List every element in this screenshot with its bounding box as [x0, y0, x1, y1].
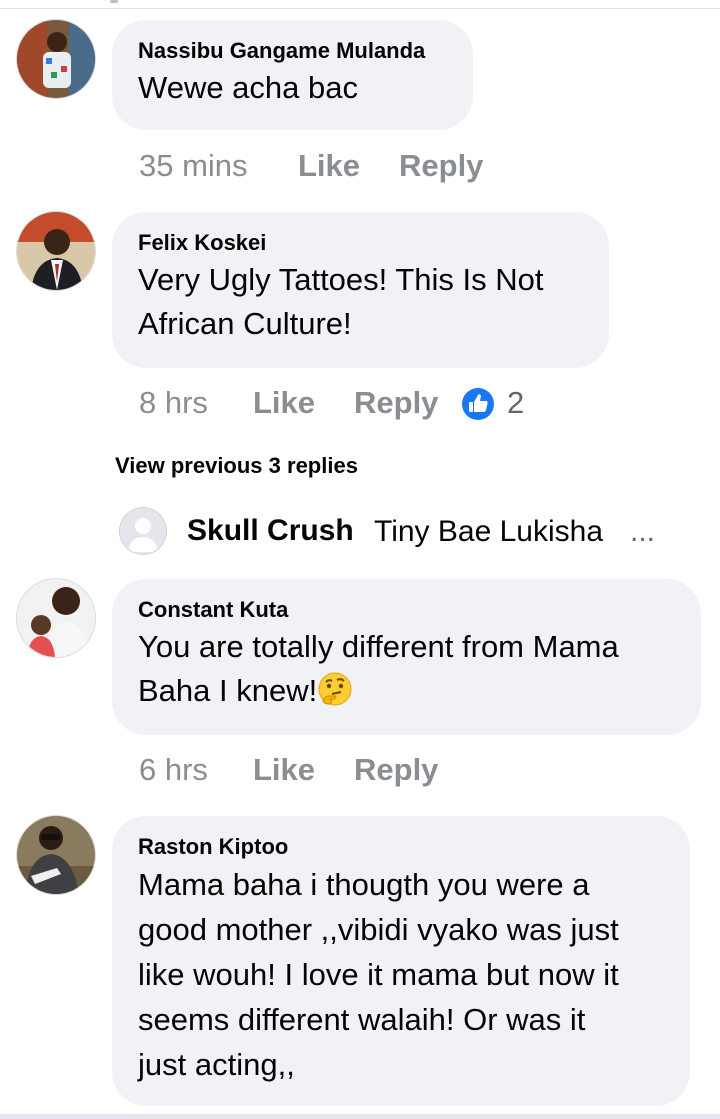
thinking-face-icon [318, 672, 352, 706]
comment-time[interactable]: 35 mins [139, 146, 248, 186]
comment-bubble[interactable]: Nassibu Gangame Mulanda Wewe acha bac [112, 20, 473, 130]
comment-author[interactable]: Felix Koskei [138, 230, 583, 256]
comment-author[interactable]: Constant Kuta [138, 597, 675, 623]
comment-text-line: Baha I knew! [138, 673, 318, 708]
comment-time[interactable]: 8 hrs [139, 383, 208, 423]
top-edge-stub [110, 0, 118, 3]
comment-text-line: African Culture! [138, 306, 352, 341]
reply-ellipsis: ... [630, 515, 656, 548]
comment-text-line: seems different walaih! Or was it [138, 1002, 586, 1037]
avatar-felix[interactable] [17, 212, 95, 290]
comment-text-line: You are totally different from Mama [138, 629, 619, 664]
comment-time[interactable]: 6 hrs [139, 750, 208, 790]
comment-bubble[interactable]: Felix Koskei Very Ugly Tattoes! This Is … [112, 212, 609, 368]
bottom-divider [0, 1114, 720, 1119]
reply-text: Tiny Bae Lukisha [374, 515, 604, 548]
comment-actions: 35 mins Like Reply [139, 146, 539, 186]
comment-author[interactable]: Nassibu Gangame Mulanda [138, 38, 447, 64]
reply-button[interactable]: Reply [354, 750, 438, 790]
view-previous-replies-link[interactable]: View previous 3 replies [115, 452, 358, 480]
top-divider [0, 8, 720, 9]
comment-bubble[interactable]: Raston Kiptoo Mama baha i thougth you we… [112, 816, 690, 1106]
avatar-constant[interactable] [17, 579, 95, 657]
comment-text-line: Mama baha i thougth you were a [138, 867, 590, 902]
avatar-raston[interactable] [17, 816, 95, 894]
comment-text-line: like wouh! I love it mama but now it [138, 957, 619, 992]
reaction-count[interactable]: 2 [507, 383, 524, 423]
comment-text: Wewe acha bac [138, 70, 358, 105]
avatar-nassibu[interactable] [17, 20, 95, 98]
comment-bubble[interactable]: Constant Kuta You are totally different … [112, 579, 701, 735]
reply-button[interactable]: Reply [354, 383, 438, 423]
like-button[interactable]: Like [253, 750, 315, 790]
reply-button[interactable]: Reply [399, 146, 483, 186]
comment-actions: 8 hrs Like Reply 2 [139, 383, 559, 423]
comment-actions: 6 hrs Like Reply [139, 750, 539, 790]
like-thumbs-up-icon[interactable] [462, 388, 494, 420]
comment-text-line: good mother ,,vibidi vyako was just [138, 912, 619, 947]
comment-text-line: Very Ugly Tattoes! This Is Not [138, 262, 544, 297]
reply-author[interactable]: Skull Crush [187, 513, 354, 549]
comment-text-line: just acting,, [138, 1047, 295, 1082]
avatar-skull-crush[interactable] [120, 508, 166, 554]
like-button[interactable]: Like [253, 383, 315, 423]
comment-author[interactable]: Raston Kiptoo [138, 834, 664, 860]
like-button[interactable]: Like [298, 146, 360, 186]
